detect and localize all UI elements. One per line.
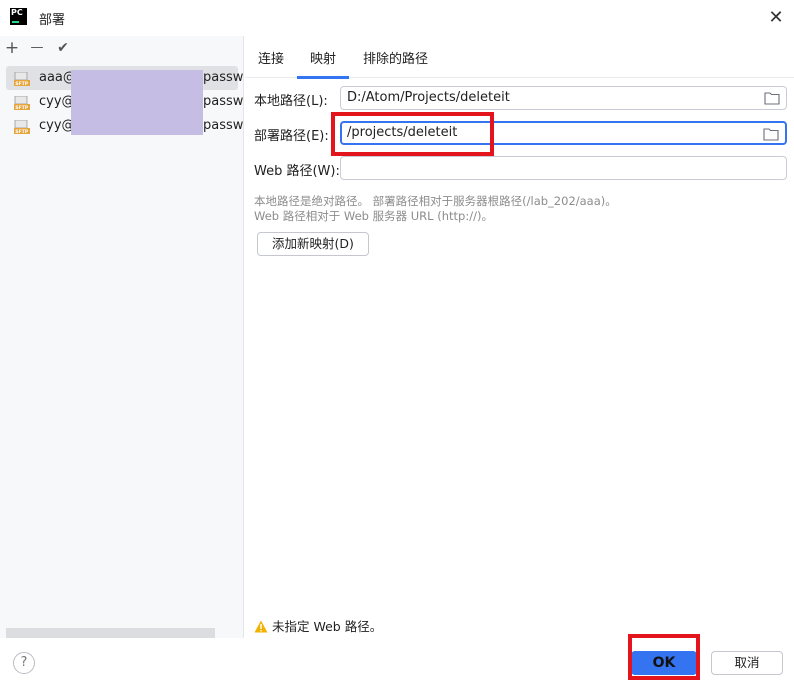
add-mapping-button[interactable]: 添加新映射(D): [257, 232, 369, 256]
window-title: 部署: [39, 13, 66, 28]
local-path-value: D:/Atom/Projects/deleteit: [347, 90, 510, 105]
sftp-icon: SFTP: [14, 120, 30, 134]
close-button[interactable]: ✕: [764, 6, 788, 30]
sftp-icon: SFTP: [14, 96, 30, 110]
svg-text:SFTP: SFTP: [15, 81, 29, 86]
server-toolbar: + — ✔: [0, 36, 243, 62]
server-auth: passwo: [203, 118, 244, 133]
server-auth: passwo: [203, 94, 244, 109]
deploy-path-value: /projects/deleteit: [347, 125, 458, 140]
set-default-server-button[interactable]: ✔: [53, 38, 73, 58]
tab-mappings[interactable]: 映射: [296, 48, 350, 79]
hint-text: Web 路径相对于 Web 服务器 URL (http://)。: [254, 209, 493, 223]
server-auth: passwo: [203, 70, 244, 85]
remove-server-button[interactable]: —: [27, 38, 47, 58]
ok-button[interactable]: OK: [631, 651, 697, 675]
server-name: cyy@: [39, 94, 75, 109]
ok-label: OK: [652, 655, 676, 671]
settings-panel: 连接 映射 排除的路径 本地路径(L): D:/Atom/Projects/de…: [245, 36, 794, 638]
warning-text: 未指定 Web 路径。: [272, 619, 383, 634]
title-bar: PC 部署 ✕: [0, 0, 794, 36]
sftp-icon: SFTP: [14, 72, 30, 86]
tab-bar: 连接 映射 排除的路径: [245, 36, 794, 79]
web-path-label: Web 路径(W):: [254, 164, 340, 179]
help-button[interactable]: ?: [13, 652, 35, 674]
svg-text:SFTP: SFTP: [15, 129, 29, 134]
deploy-path-label: 部署路径(E):: [254, 129, 329, 144]
warning-icon: [254, 620, 268, 633]
pycharm-logo-icon: PC: [10, 8, 27, 25]
server-name: cyy@: [39, 118, 75, 133]
dialog-footer: ? OK 取消: [0, 638, 794, 682]
folder-icon[interactable]: [763, 127, 779, 141]
deploy-path-field[interactable]: /projects/deleteit: [340, 121, 787, 145]
folder-icon[interactable]: [764, 91, 780, 105]
web-path-field[interactable]: [340, 156, 787, 180]
add-server-button[interactable]: +: [2, 38, 22, 58]
local-path-field[interactable]: D:/Atom/Projects/deleteit: [340, 86, 787, 110]
tab-connection[interactable]: 连接: [258, 48, 284, 67]
tab-excluded-paths[interactable]: 排除的路径: [363, 48, 428, 67]
redaction-block: [71, 70, 203, 135]
warning-message: 未指定 Web 路径。: [254, 616, 382, 635]
local-path-label: 本地路径(L):: [254, 94, 328, 109]
horizontal-scrollbar[interactable]: [6, 628, 215, 638]
cancel-button[interactable]: 取消: [711, 651, 783, 675]
hint-text: 本地路径是绝对路径。 部署路径相对于服务器根路径(/lab_202/aaa)。: [254, 194, 617, 208]
svg-text:SFTP: SFTP: [15, 105, 29, 110]
